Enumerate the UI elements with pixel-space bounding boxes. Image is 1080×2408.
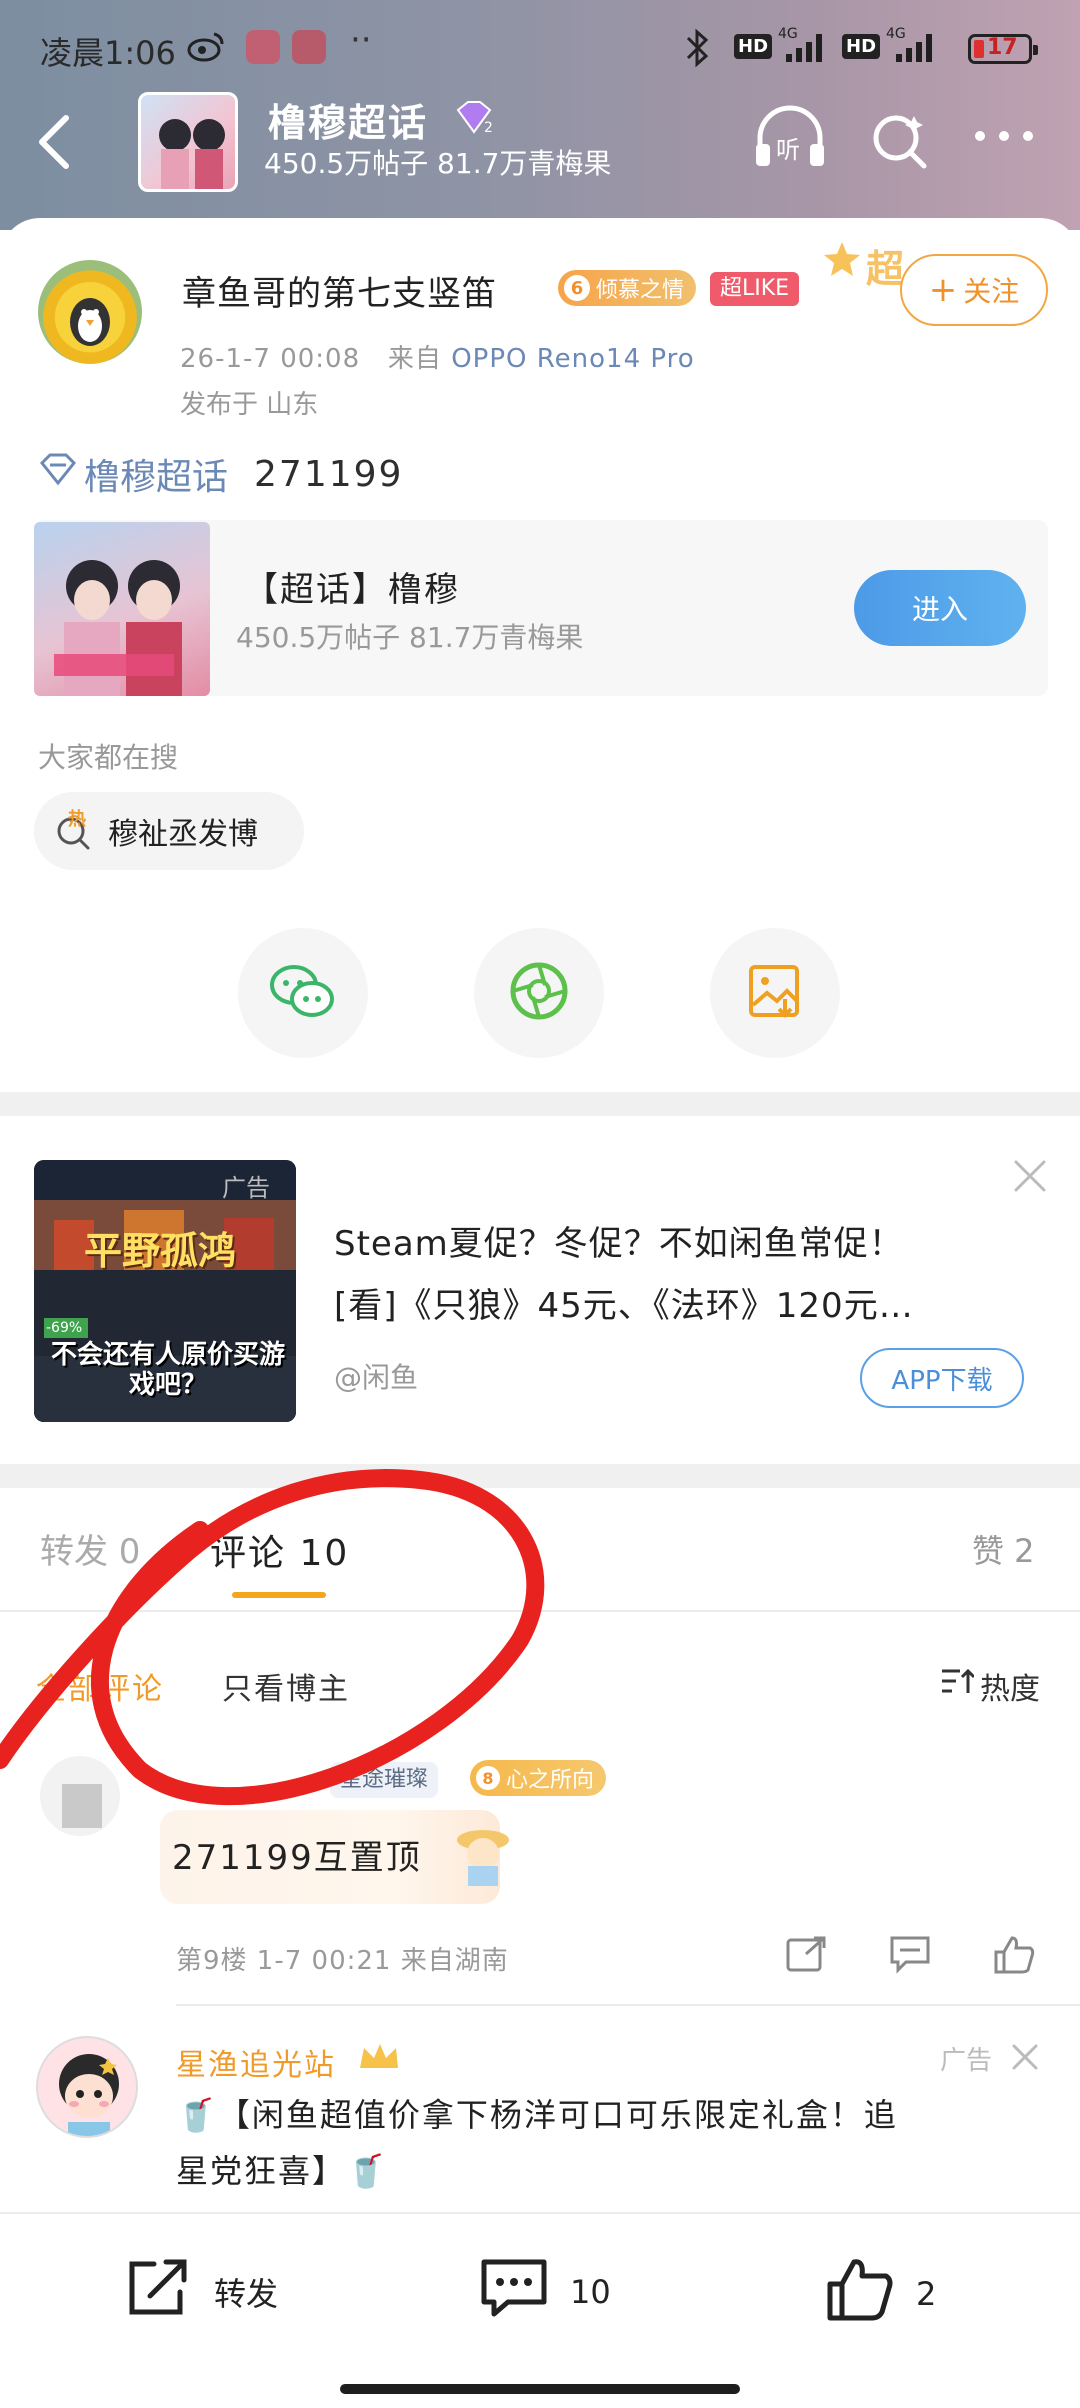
ad-image-caption: 不会还有人原价买游戏吧？ xyxy=(50,1340,285,1400)
post-author-name[interactable]: 章鱼哥的第七支竖笛 xyxy=(182,266,497,315)
battery-indicator: 17 xyxy=(968,34,1038,64)
home-indicator xyxy=(340,2384,740,2394)
hot-search-icon: 热 xyxy=(54,809,94,851)
signal-icon-2 xyxy=(896,32,932,66)
message-app-icon xyxy=(246,30,280,64)
image-download-icon xyxy=(745,959,805,1027)
save-image-button[interactable] xyxy=(710,928,840,1058)
ad-image-discount: -69% xyxy=(46,1320,83,1336)
ad-comment-label: 广告 xyxy=(940,2046,993,2076)
fan-level-badge: 6 倾慕之情 xyxy=(558,270,697,306)
bluetooth-icon xyxy=(680,28,716,72)
share-comment-icon[interactable] xyxy=(784,1934,828,1978)
sort-icon xyxy=(940,1667,976,1705)
close-ad-icon[interactable] xyxy=(1010,1156,1050,1200)
ad-comment-text-continued[interactable]: 星党狂喜】🥤 xyxy=(176,2146,388,2192)
topic-card-stats: 450.5万帖子 81.7万青梅果 xyxy=(236,621,584,654)
topic-card-image xyxy=(34,522,210,696)
sort-by-hot[interactable]: 热度 xyxy=(940,1664,1040,1708)
close-ad-comment-icon[interactable] xyxy=(1008,2040,1042,2078)
more-notifications-icon: ·· xyxy=(350,20,372,60)
avatar[interactable] xyxy=(38,260,142,364)
back-button[interactable] xyxy=(30,110,78,178)
status-time: 凌晨1:06 xyxy=(40,34,176,72)
super-tag: 超 xyxy=(866,247,905,291)
comment-text: 271199互置顶 xyxy=(172,1838,422,1878)
share-moments-button[interactable] xyxy=(474,928,604,1058)
like-comment-icon[interactable] xyxy=(992,1934,1036,1980)
app-download-button[interactable]: APP下载 xyxy=(860,1348,1024,1408)
post-meta: 26-1-7 00:08 来自 OPPO Reno14 Pro xyxy=(180,344,695,374)
bubble-decoration-icon xyxy=(448,1810,518,1894)
filter-host-only[interactable]: 只看博主 xyxy=(222,1664,350,1708)
super-like-badge: 超LIKE xyxy=(710,272,800,306)
plus-icon: + xyxy=(928,270,958,310)
ad-description[interactable]: [看]《只狼》45元、《法环》120元… xyxy=(334,1278,1014,1327)
wechat-icon xyxy=(268,961,338,1025)
tab-likes[interactable]: 赞 2 xyxy=(972,1526,1035,1572)
topic-thumbnail[interactable] xyxy=(138,92,238,192)
diamond-icon xyxy=(38,453,78,496)
reply-comment-icon[interactable] xyxy=(888,1934,932,1978)
comment-meta: 第9楼 1-7 00:21 来自湖南 xyxy=(176,1946,509,1976)
follow-button[interactable]: + 关注 xyxy=(900,254,1048,326)
comment-button[interactable]: 10 xyxy=(478,2256,611,2328)
enter-topic-button[interactable]: 进入 xyxy=(854,570,1026,646)
app-notification-icon xyxy=(292,30,326,64)
comment-fan-badge: 8 心之所向 xyxy=(470,1760,607,1796)
repost-button[interactable]: 转发 xyxy=(124,2256,278,2328)
tab-repost[interactable]: 转发 0 xyxy=(40,1524,140,1573)
moments-icon xyxy=(507,959,571,1027)
topic-link[interactable]: 橹穆超话 xyxy=(84,448,228,500)
topic-title: 橹穆超话 xyxy=(268,101,429,145)
section-divider xyxy=(0,1092,1080,1116)
device-link[interactable]: OPPO Reno14 Pro xyxy=(451,344,694,374)
share-wechat-button[interactable] xyxy=(238,928,368,1058)
listen-button[interactable]: 听 xyxy=(750,104,830,178)
trending-search-chip[interactable]: 热 穆祉丞发博 xyxy=(34,792,304,870)
topic-stats: 450.5万帖子 81.7万青梅果 xyxy=(264,147,612,180)
comment-divider xyxy=(176,2004,1080,2006)
tab-comments[interactable]: 评论 10 xyxy=(210,1524,349,1576)
comment-icon xyxy=(478,2256,550,2328)
ad-label: 广告 xyxy=(222,1174,270,1202)
search-icon[interactable] xyxy=(868,108,932,176)
tabs-divider xyxy=(0,1610,1080,1612)
signal-icon-1 xyxy=(786,32,822,66)
trending-search-label: 大家都在搜 xyxy=(38,741,179,774)
section-divider-2 xyxy=(0,1464,1080,1488)
post-location: 发布于 山东 xyxy=(180,390,319,420)
super-tag-star-icon xyxy=(822,240,862,284)
hd-badge-2: HD xyxy=(842,34,881,59)
ad-image-title: 平野孤鸿 xyxy=(84,1229,237,1273)
ad-title[interactable]: Steam夏促？冬促？不如闲鱼常促！ xyxy=(334,1216,904,1265)
active-tab-indicator xyxy=(232,1592,326,1598)
ad-comment-avatar[interactable] xyxy=(36,2036,138,2138)
post-text: 271199 xyxy=(254,453,404,495)
thumbs-up-icon xyxy=(824,2256,896,2332)
post-topic-line: 橹穆超话 271199 xyxy=(38,448,403,500)
comment-avatar[interactable] xyxy=(40,1756,120,1836)
weibo-icon xyxy=(186,26,226,70)
topic-card-title: 【超话】橹穆 xyxy=(244,570,460,610)
purple-gem-icon: 2 xyxy=(452,100,496,136)
ad-comment-text[interactable]: 🥤【闲鱼超值价拿下杨洋可口可乐限定礼盒！追 xyxy=(176,2090,1056,2136)
ad-comment-author[interactable]: 星渔追光站 xyxy=(176,2040,336,2084)
verified-crown-icon xyxy=(356,2040,400,2078)
hd-badge-1: HD xyxy=(734,34,773,59)
svg-text:2: 2 xyxy=(484,120,493,136)
filter-all-comments[interactable]: 全部评论 xyxy=(36,1664,164,1708)
ad-source: @闲鱼 xyxy=(334,1361,419,1394)
repost-icon xyxy=(124,2256,194,2328)
comment-author-chip[interactable]: 星途璀璨 xyxy=(330,1762,439,1798)
svg-text:听: 听 xyxy=(776,136,800,164)
more-options-icon[interactable] xyxy=(972,126,1036,150)
like-button[interactable]: 2 xyxy=(824,2256,936,2332)
